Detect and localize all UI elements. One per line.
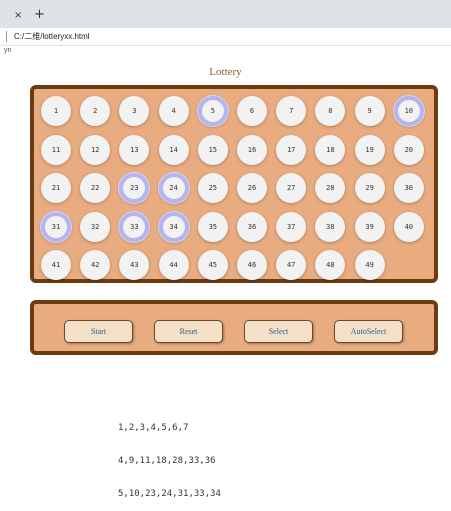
lottery-ball-6[interactable]: 6	[237, 96, 267, 126]
browser-tab-bar: × +	[0, 0, 451, 28]
lottery-ball-38[interactable]: 38	[315, 211, 346, 242]
ball-grid-panel: 1 2 3 4 5 6 7 8 9 10 11 12 13 14 15 16 17 18 19 20 21 22 23 24 2…	[30, 85, 438, 283]
lottery-ball-35[interactable]: 35	[197, 211, 228, 242]
lottery-ball-13[interactable]: 13	[119, 134, 150, 165]
lottery-ball-40[interactable]: 40	[393, 211, 424, 242]
lottery-ball-30[interactable]: 30	[393, 173, 424, 203]
lottery-ball-10[interactable]: 10	[393, 96, 424, 126]
new-tab-icon[interactable]: +	[34, 7, 45, 22]
lottery-ball-49[interactable]: 49	[354, 250, 385, 280]
reset-button[interactable]: Reset	[154, 320, 223, 343]
lottery-ball-45[interactable]: 45	[197, 250, 228, 280]
lottery-ball-12[interactable]: 12	[80, 134, 111, 165]
lottery-ball-9[interactable]: 9	[354, 96, 385, 126]
lottery-ball-20[interactable]: 20	[393, 134, 424, 165]
lottery-ball-46[interactable]: 46	[237, 250, 267, 280]
lottery-ball-34[interactable]: 34	[158, 211, 189, 242]
lottery-ball-48[interactable]: 48	[315, 250, 346, 280]
lottery-ball-11[interactable]: 11	[41, 134, 71, 165]
lottery-ball-2[interactable]: 2	[80, 96, 111, 126]
lottery-ball-26[interactable]: 26	[237, 173, 267, 203]
lottery-ball-29[interactable]: 29	[354, 173, 385, 203]
lottery-ball-17[interactable]: 17	[276, 134, 307, 165]
lottery-ball-28[interactable]: 28	[315, 173, 346, 203]
lottery-ball-41[interactable]: 41	[41, 250, 71, 280]
page-title: Lottery	[209, 66, 242, 78]
select-button[interactable]: Select	[244, 320, 313, 343]
lottery-ball-31[interactable]: 31	[41, 211, 71, 242]
lottery-ball-36[interactable]: 36	[237, 211, 267, 242]
address-url[interactable]: C:/二维/lotteryxx.html	[14, 31, 90, 42]
result-line: 4,9,11,18,28,33,36	[118, 456, 216, 466]
lottery-ball-14[interactable]: 14	[158, 134, 189, 165]
results-output: 1,2,3,4,5,6,7 4,9,11,18,28,33,36 5,10,23…	[118, 401, 221, 511]
result-line: 5,10,23,24,31,33,34	[118, 489, 221, 499]
lottery-ball-19[interactable]: 19	[354, 134, 385, 165]
lottery-ball-42[interactable]: 42	[80, 250, 111, 280]
lottery-ball-21[interactable]: 21	[41, 173, 71, 203]
lottery-ball-44[interactable]: 44	[158, 250, 189, 280]
lottery-ball-47[interactable]: 47	[276, 250, 307, 280]
lottery-ball-27[interactable]: 27	[276, 173, 307, 203]
lottery-ball-4[interactable]: 4	[158, 96, 189, 126]
address-bar[interactable]: C:/二维/lotteryxx.html	[0, 28, 451, 46]
lottery-ball-15[interactable]: 15	[197, 134, 228, 165]
close-tab-icon[interactable]: ×	[14, 10, 22, 21]
result-line: 1,2,3,4,5,6,7	[118, 423, 189, 433]
address-separator	[6, 31, 7, 42]
lottery-ball-22[interactable]: 22	[80, 173, 111, 203]
lottery-ball-24[interactable]: 24	[158, 173, 189, 203]
lottery-ball-43[interactable]: 43	[119, 250, 150, 280]
lottery-ball-39[interactable]: 39	[354, 211, 385, 242]
lottery-ball-25[interactable]: 25	[197, 173, 228, 203]
lottery-ball-3[interactable]: 3	[119, 96, 150, 126]
lottery-ball-7[interactable]: 7	[276, 96, 307, 126]
lottery-ball-8[interactable]: 8	[315, 96, 346, 126]
lottery-ball-18[interactable]: 18	[315, 134, 346, 165]
lottery-ball-33[interactable]: 33	[119, 211, 150, 242]
start-button[interactable]: Start	[64, 320, 133, 343]
autoselect-button[interactable]: AutoSelect	[334, 320, 403, 343]
lottery-ball-32[interactable]: 32	[80, 211, 111, 242]
bookmark-item[interactable]: yn	[4, 47, 11, 54]
lottery-ball-23[interactable]: 23	[119, 173, 150, 203]
lottery-ball-5[interactable]: 5	[197, 96, 228, 126]
lottery-ball-37[interactable]: 37	[276, 211, 307, 242]
lottery-ball-1[interactable]: 1	[41, 96, 71, 126]
controls-panel: Start Reset Select AutoSelect	[30, 300, 438, 355]
lottery-ball-16[interactable]: 16	[237, 134, 267, 165]
